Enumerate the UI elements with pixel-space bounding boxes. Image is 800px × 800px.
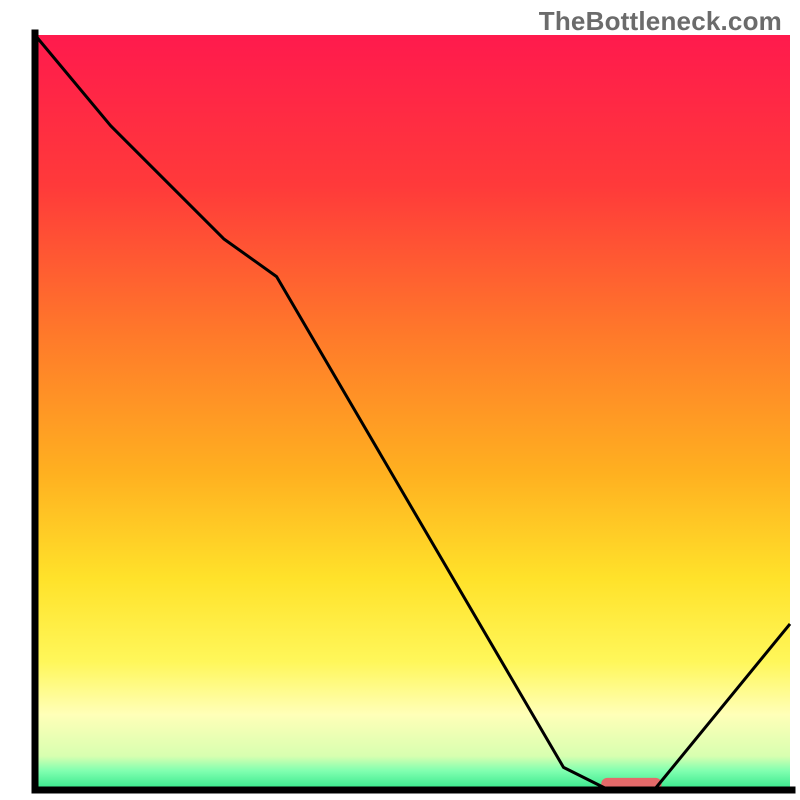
chart-frame: TheBottleneck.com <box>0 0 800 800</box>
plot-background <box>35 35 790 790</box>
bottleneck-chart <box>0 0 800 800</box>
